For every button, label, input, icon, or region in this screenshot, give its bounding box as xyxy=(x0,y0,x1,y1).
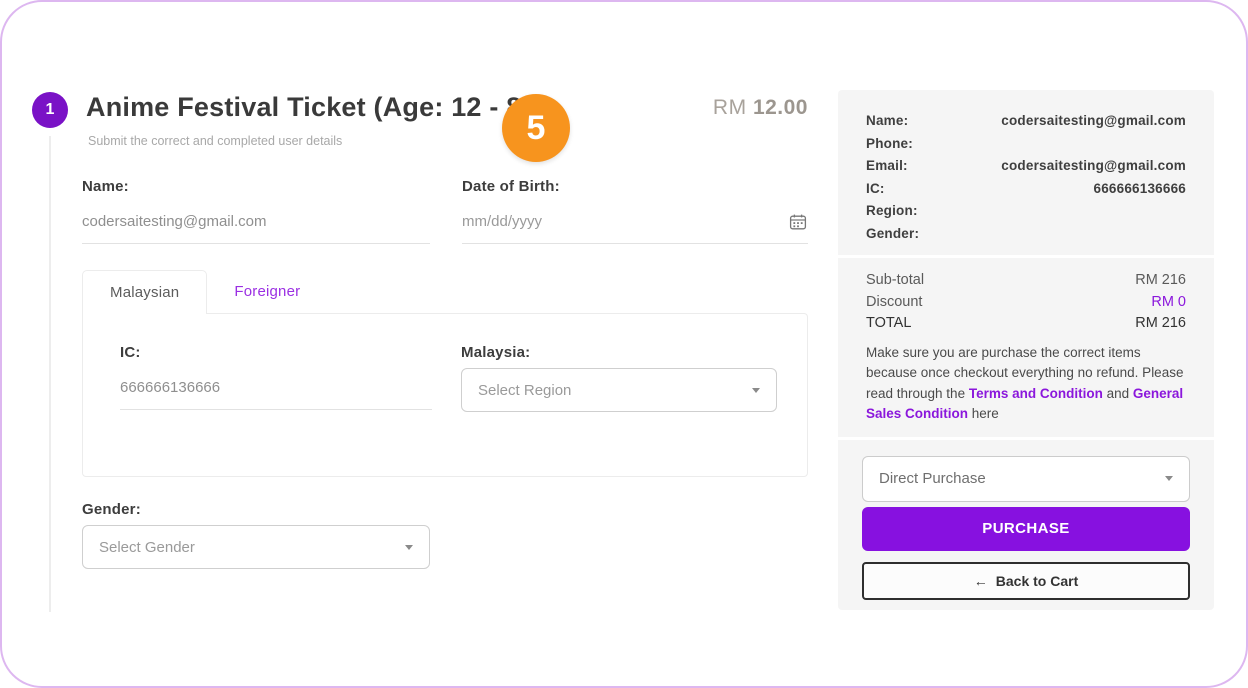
calendar-icon[interactable] xyxy=(789,213,807,231)
tab-foreigner[interactable]: Foreigner xyxy=(207,270,327,314)
price-amount: 12.00 xyxy=(753,96,808,119)
summary-row-email: Email: codersaitesting@gmail.com xyxy=(866,155,1186,178)
purchase-method-value: Direct Purchase xyxy=(879,470,986,487)
back-to-cart-label: Back to Cart xyxy=(996,573,1078,589)
terms-and-condition-link[interactable]: Terms and Condition xyxy=(969,386,1103,401)
totals-section: Sub-total RM 216 Discount RM 0 TOTAL RM … xyxy=(838,258,1214,437)
purchase-button[interactable]: PURCHASE xyxy=(862,507,1190,551)
region-label: Malaysia: xyxy=(461,344,777,361)
region-select-placeholder: Select Region xyxy=(478,382,571,399)
dob-input[interactable] xyxy=(462,199,808,244)
quantity-badge: 5 xyxy=(502,94,570,162)
checkout-card: 1 Anime Festival Ticket (Age: 12 - 80) S… xyxy=(0,0,1248,688)
ic-label: IC: xyxy=(120,344,432,361)
region-field: Malaysia: Select Region xyxy=(461,344,777,412)
gender-label: Gender: xyxy=(82,501,430,518)
step-connector-line xyxy=(49,136,51,612)
ic-field: IC: xyxy=(120,344,432,410)
price-currency: RM xyxy=(713,96,747,119)
tab-malaysian[interactable]: Malaysian xyxy=(82,270,207,314)
name-input[interactable] xyxy=(82,199,430,244)
summary-row-name: Name: codersaitesting@gmail.com xyxy=(866,110,1186,133)
total-row: TOTAL RM 216 xyxy=(866,313,1186,335)
summary-row-ic: IC: 666666136666 xyxy=(866,178,1186,201)
summary-row-phone: Phone: xyxy=(866,133,1186,156)
ticket-price: RM 12.00 xyxy=(642,96,808,120)
chevron-down-icon xyxy=(405,545,413,550)
user-details-section: Name: codersaitesting@gmail.com Phone: E… xyxy=(838,90,1214,255)
summary-row-region: Region: xyxy=(866,200,1186,223)
gender-select[interactable]: Select Gender xyxy=(82,525,430,569)
gender-field: Gender: Select Gender xyxy=(82,501,430,569)
purchase-method-select[interactable]: Direct Purchase xyxy=(862,456,1190,502)
chevron-down-icon xyxy=(752,388,760,393)
back-to-cart-button[interactable]: ← Back to Cart xyxy=(862,562,1190,600)
left-arrow-icon: ← xyxy=(974,573,988,589)
region-select[interactable]: Select Region xyxy=(461,368,777,412)
name-field: Name: xyxy=(82,178,430,244)
ic-input[interactable] xyxy=(120,365,432,410)
nationality-tabs: Malaysian Foreigner xyxy=(82,270,327,314)
step-number-badge: 1 xyxy=(32,92,68,128)
dob-label: Date of Birth: xyxy=(462,178,808,195)
discount-row: Discount RM 0 xyxy=(866,292,1186,314)
gender-select-placeholder: Select Gender xyxy=(99,539,195,556)
name-label: Name: xyxy=(82,178,430,195)
refund-disclaimer: Make sure you are purchase the correct i… xyxy=(866,343,1186,425)
summary-row-gender: Gender: xyxy=(866,223,1186,246)
page-title: Anime Festival Ticket (Age: 12 - 80) xyxy=(86,92,546,123)
page-subtitle: Submit the correct and completed user de… xyxy=(88,134,342,148)
order-summary-panel: Name: codersaitesting@gmail.com Phone: E… xyxy=(838,90,1214,610)
subtotal-row: Sub-total RM 216 xyxy=(866,270,1186,292)
chevron-down-icon xyxy=(1165,476,1173,481)
purchase-actions-section: Direct Purchase PURCHASE ← Back to Cart xyxy=(838,440,1214,600)
dob-field: Date of Birth: xyxy=(462,178,808,244)
